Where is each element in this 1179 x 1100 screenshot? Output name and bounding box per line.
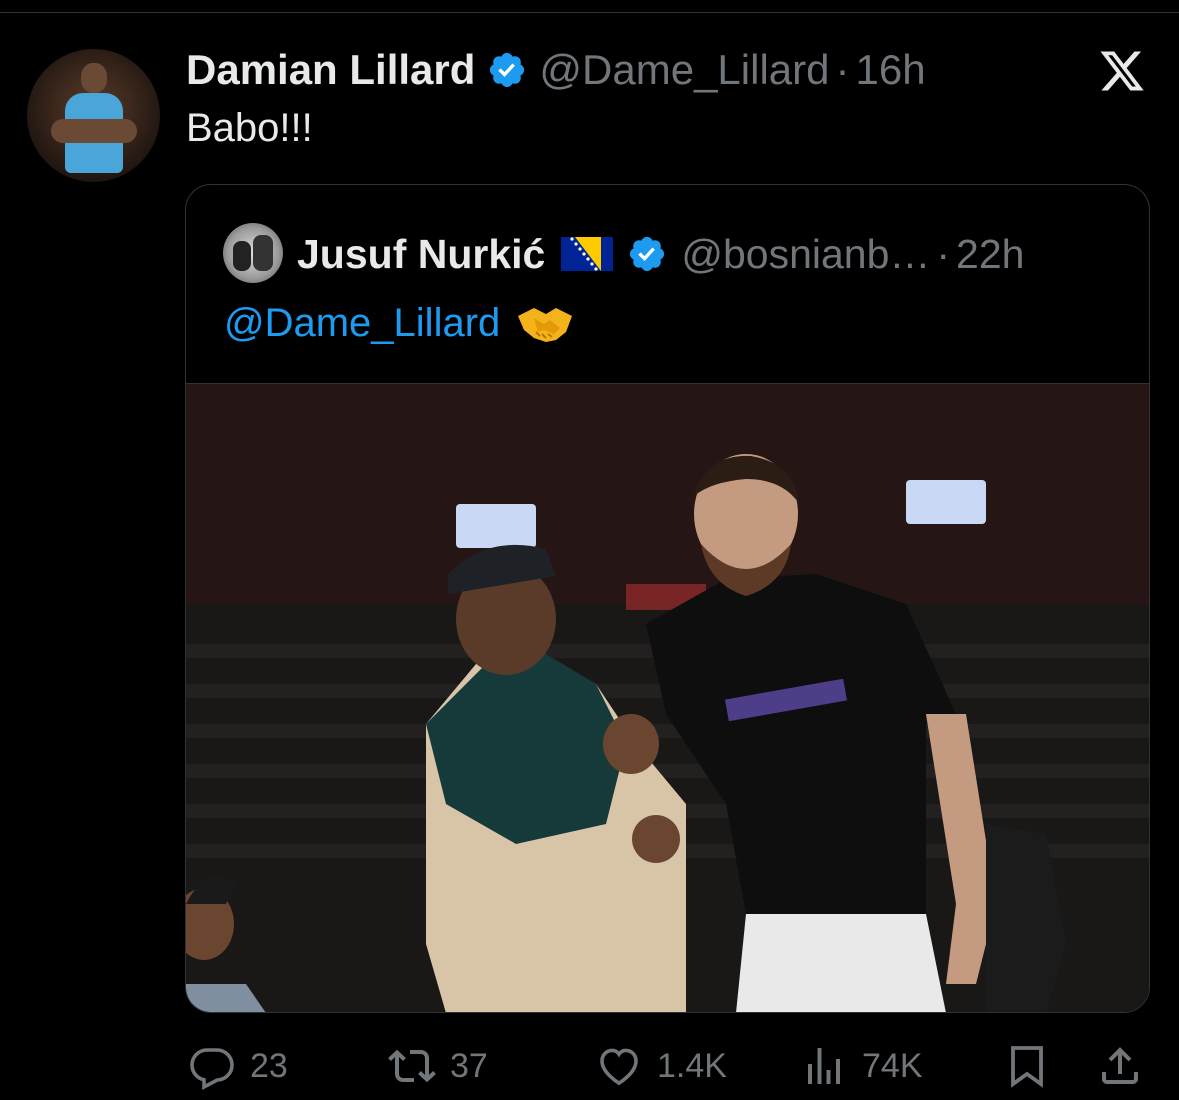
bookmark-icon: [1011, 1046, 1043, 1088]
views-icon: [808, 1048, 840, 1084]
tweet[interactable]: Damian Lillard @Dame_Lillard · 16h Babo!…: [0, 0, 1179, 1100]
separator-dot: ·: [835, 46, 850, 93]
quoted-author-display-name[interactable]: Jusuf Nurkić: [297, 231, 545, 278]
reply-count: 23: [250, 1046, 288, 1085]
tweet-text: Babo!!!: [186, 106, 313, 150]
tweet-header: Damian Lillard @Dame_Lillard · 16h: [186, 44, 926, 96]
views-button[interactable]: 74K: [800, 1036, 923, 1096]
tweet-timestamp[interactable]: 16h: [856, 46, 926, 94]
reply-button[interactable]: 23: [188, 1036, 288, 1096]
heart-icon: [600, 1048, 638, 1086]
share-button[interactable]: [1096, 1036, 1158, 1096]
action-bar: 23 37 1.4K 74K: [0, 1036, 1179, 1096]
quoted-tweet-photo[interactable]: [186, 383, 1149, 1012]
author-display-name[interactable]: Damian Lillard: [186, 46, 475, 94]
share-icon: [1102, 1047, 1138, 1084]
mention-link[interactable]: @Dame_Lillard: [224, 301, 500, 346]
quoted-tweet-text: @Dame_Lillard: [224, 301, 574, 346]
like-count: 1.4K: [657, 1046, 727, 1085]
like-button[interactable]: 1.4K: [595, 1036, 727, 1096]
quoted-separator-dot: ·: [936, 230, 951, 277]
repost-icon: [388, 1049, 436, 1083]
quoted-tweet-header: Jusuf Nurkić @bosnianb… · 22h: [297, 227, 1024, 281]
author-avatar[interactable]: [27, 49, 160, 182]
quoted-tweet-timestamp[interactable]: 22h: [956, 231, 1024, 278]
verified-badge-icon: [490, 52, 525, 88]
author-handle[interactable]: @Dame_Lillard: [539, 46, 829, 94]
reply-icon: [190, 1048, 234, 1090]
x-logo-icon[interactable]: [1098, 47, 1146, 95]
quoted-tweet[interactable]: Jusuf Nurkić @bosnianb… · 22h @Dame_Lill…: [185, 184, 1150, 1013]
quoted-verified-badge-icon: [630, 236, 665, 272]
repost-count: 37: [450, 1046, 488, 1085]
views-count: 74K: [862, 1046, 923, 1085]
repost-button[interactable]: 37: [388, 1036, 488, 1096]
handshake-emoji-icon: [518, 307, 573, 342]
bookmark-button[interactable]: [1003, 1036, 1065, 1096]
two-players-courtside-photo: [186, 384, 1149, 1012]
quoted-author-avatar[interactable]: [223, 223, 283, 283]
quoted-author-handle[interactable]: @bosnianb…: [681, 231, 930, 278]
bosnia-flag-icon: [561, 237, 614, 271]
